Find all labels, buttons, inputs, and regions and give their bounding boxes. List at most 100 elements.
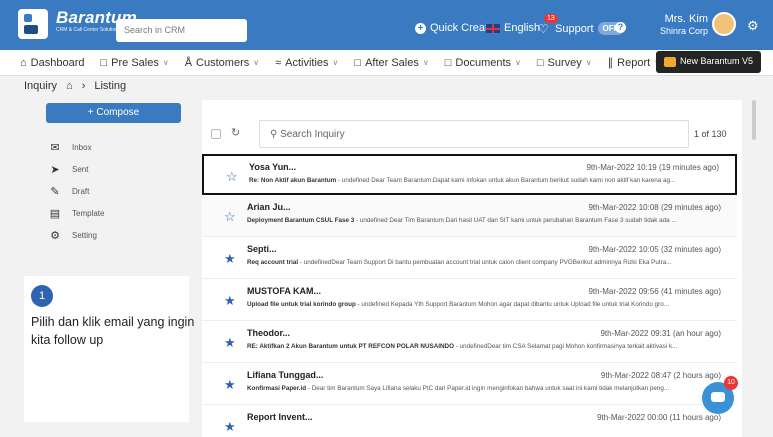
new-version-banner[interactable]: New Barantum V5 — [656, 51, 762, 73]
row-body: - undefined Dear Team Barantum Dapat kam… — [336, 177, 676, 184]
star-icon[interactable]: ★ — [224, 335, 236, 351]
table-row[interactable]: ☆ Arian Ju... 9th-Mar-2022 10:08 (29 min… — [202, 196, 737, 237]
menu-pre-sales[interactable]: □ Pre Sales ∨ — [100, 57, 168, 69]
home-icon[interactable]: ⌂ — [66, 80, 73, 92]
sidebar-item-label: Sent — [72, 165, 89, 174]
barantum-logo[interactable] — [18, 9, 48, 39]
menu-after-sales[interactable]: □ After Sales ∨ — [354, 57, 428, 69]
row-subject: Upload file untuk trial korindo group — [247, 301, 356, 308]
top-bar: Barantum CRM & Call Center Solutions Sea… — [0, 0, 773, 50]
sidebar-item-template[interactable]: ▤ Template — [48, 207, 105, 220]
sidebar-item-setting[interactable]: ⚙ Setting — [48, 229, 97, 242]
row-sender: Theodor... — [247, 328, 291, 338]
square-icon: □ — [100, 56, 108, 69]
send-icon: ➤ — [50, 164, 60, 176]
row-body: - undefined Dear Tim Barantum Dari hasil… — [354, 217, 677, 224]
menu-activities[interactable]: ≈ Activities ∨ — [275, 57, 338, 69]
menu-report-label: Report — [617, 56, 651, 69]
inquiry-search-placeholder: Search Inquiry — [280, 129, 345, 140]
row-preview: Upload file untuk trial korindo group - … — [247, 301, 727, 308]
breadcrumb-separator-icon: › — [81, 80, 86, 92]
row-body: - undefined Kepada Yth Support Barantum … — [355, 301, 669, 308]
page-info: 1 of 130 — [694, 129, 727, 139]
star-icon[interactable]: ★ — [224, 293, 236, 309]
row-date: 9th-Mar-2022 08:47 (2 hours ago) — [600, 371, 721, 380]
refresh-icon[interactable]: ↻ — [231, 126, 240, 139]
menu-customers-label: Customers — [196, 56, 250, 69]
rocket-icon — [664, 56, 676, 67]
row-subject: RE: Aktifkan 2 Akun Barantum untuk PT RE… — [247, 343, 454, 350]
star-outline-icon[interactable]: ☆ — [226, 169, 238, 185]
row-date: 9th-Mar-2022 10:19 (19 minutes ago) — [586, 163, 719, 172]
star-icon[interactable]: ★ — [224, 377, 236, 393]
table-row[interactable]: ★ Lifiana Tunggad... 9th-Mar-2022 08:47 … — [202, 364, 737, 405]
user-info[interactable]: Mrs. Kim Shinra Corp — [650, 13, 708, 37]
help-icon: ? — [615, 22, 626, 33]
row-preview: RE: Aktifkan 2 Akun Barantum untuk PT RE… — [247, 343, 727, 350]
notification-bell[interactable]: ♡ 13 — [538, 14, 558, 36]
row-preview: Req account trial - undefinedDear Team S… — [247, 259, 727, 266]
help-button[interactable]: ? — [615, 22, 626, 33]
table-row[interactable]: ★ MUSTOFA KAM... 9th-Mar-2022 09:56 (41 … — [202, 280, 737, 321]
table-row[interactable]: ★ Theodor... 9th-Mar-2022 09:31 (an hour… — [202, 322, 737, 363]
menu-after-sales-label: After Sales — [365, 56, 419, 69]
home-icon: ⌂ — [20, 56, 27, 69]
language-selector[interactable]: English — [486, 22, 540, 34]
user-org: Shinra Corp — [659, 26, 708, 36]
inquiry-search-input[interactable]: ⚲ Search Inquiry — [259, 120, 689, 148]
sidebar-item-sent[interactable]: ➤ Sent — [48, 163, 88, 176]
row-date: 9th-Mar-2022 09:56 (41 minutes ago) — [588, 287, 721, 296]
menu-documents[interactable]: □ Documents ∨ — [445, 57, 521, 69]
table-row[interactable]: ☆ Yosa Yun... 9th-Mar-2022 10:19 (19 min… — [202, 154, 737, 195]
row-sender: Arian Ju... — [247, 202, 291, 212]
table-row[interactable]: ★ Report Invent... 9th-Mar-2022 00:00 (1… — [202, 406, 737, 437]
quick-create-button[interactable]: + Quick Create — [415, 22, 494, 34]
sidebar-item-label: Template — [72, 209, 105, 218]
menu-report[interactable]: ∥Report∨ — [608, 56, 660, 70]
settings-gear-icon[interactable]: ⚙ — [747, 18, 759, 34]
avatar[interactable] — [712, 12, 736, 36]
row-sender: Septi... — [247, 244, 277, 254]
row-body: - undefinedDear tim CSA Selamat pagi Moh… — [454, 343, 678, 350]
chat-widget-button[interactable]: 10 — [702, 376, 738, 414]
sidebar-item-label: Inbox — [72, 143, 92, 152]
square-icon: □ — [536, 56, 544, 69]
menu-survey[interactable]: □ Survey ∨ — [537, 57, 592, 69]
sidebar-item-inbox[interactable]: ✉ Inbox — [48, 141, 92, 154]
row-preview: Konfirmasi Paper.id - Dear tim Barantum … — [247, 385, 727, 392]
users-icon: Å — [184, 56, 193, 69]
breadcrumb-page: Listing — [94, 80, 127, 92]
row-preview: Re: Non Aktif akun Barantum - undefined … — [249, 177, 729, 184]
chevron-down-icon: ∨ — [253, 58, 260, 67]
row-sender: Report Invent... — [247, 412, 313, 422]
sidebar-item-label: Setting — [72, 231, 97, 240]
row-date: 9th-Mar-2022 09:31 (an hour ago) — [600, 329, 721, 338]
sidebar-item-draft[interactable]: ✎ Draft — [48, 185, 89, 198]
star-outline-icon[interactable]: ☆ — [224, 209, 236, 225]
row-subject: Req account trial — [247, 259, 299, 266]
star-icon[interactable]: ★ — [224, 251, 236, 267]
menu-customers[interactable]: Å Customers ∨ — [185, 57, 259, 69]
square-icon: □ — [354, 56, 362, 69]
select-all-checkbox[interactable] — [211, 129, 221, 139]
template-icon: ▤ — [49, 208, 61, 220]
menu-activities-label: Activities — [285, 56, 329, 69]
chevron-down-icon: ∨ — [515, 58, 521, 67]
row-date: 9th-Mar-2022 10:08 (29 minutes ago) — [588, 203, 721, 212]
support-toggle[interactable]: Support OFF — [555, 22, 624, 35]
mail-icon: ✉ — [50, 142, 60, 154]
menu-dashboard[interactable]: ⌂ Dashboard — [20, 57, 84, 69]
crm-search-input[interactable]: Search in CRM — [116, 19, 247, 42]
pencil-icon: ✎ — [50, 186, 60, 198]
breadcrumb-section[interactable]: Inquiry — [24, 80, 57, 92]
scrollbar[interactable] — [752, 100, 756, 140]
step-number: 1 — [31, 285, 53, 307]
table-row[interactable]: ★ Septi... 9th-Mar-2022 10:05 (32 minute… — [202, 238, 737, 279]
menu-pre-sales-label: Pre Sales — [111, 56, 159, 69]
gear-icon: ⚙ — [50, 230, 60, 242]
menu-dashboard-label: Dashboard — [30, 56, 85, 69]
search-icon: ⚲ — [270, 129, 278, 140]
star-icon[interactable]: ★ — [224, 419, 236, 435]
compose-button[interactable]: + Compose — [46, 103, 181, 123]
chat-bubble-icon — [711, 392, 725, 402]
